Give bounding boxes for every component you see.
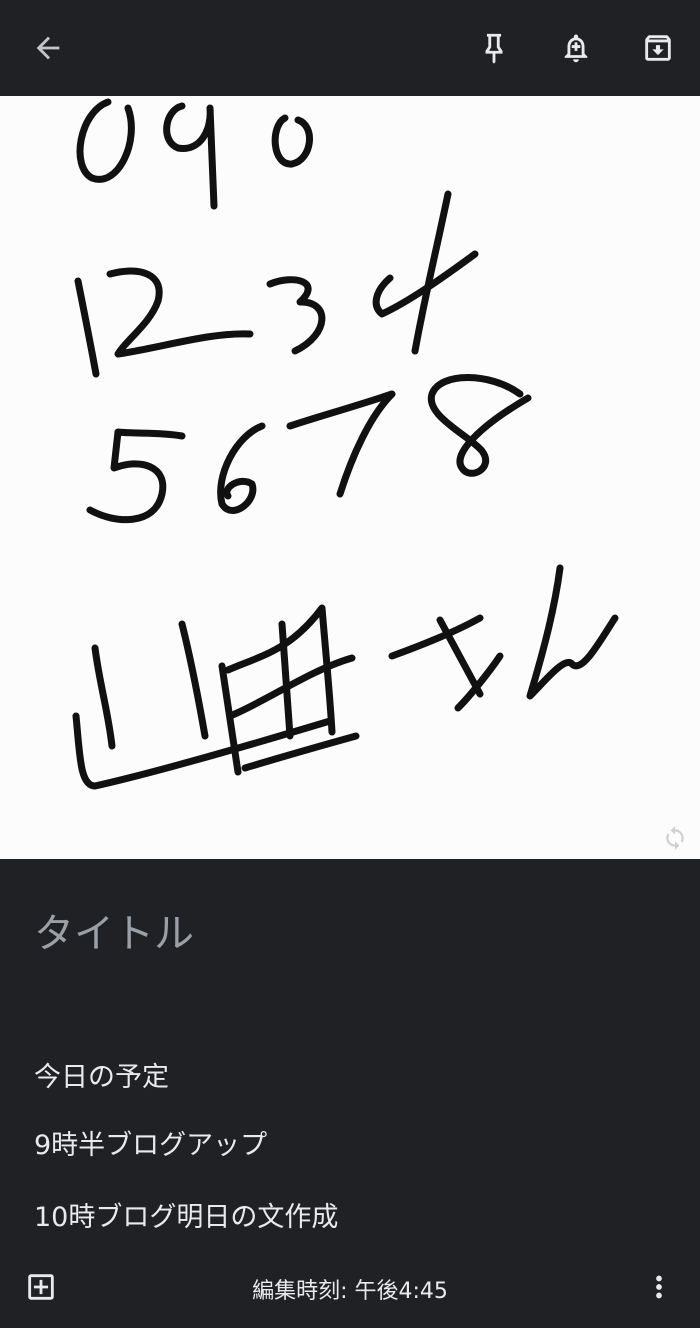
sync-icon — [666, 826, 684, 850]
bottom-toolbar: 編集時刻: 午後4:45 — [0, 1245, 700, 1328]
note-line[interactable]: 今日の予定 — [34, 1055, 169, 1094]
sync-button[interactable] — [660, 823, 690, 853]
top-toolbar — [0, 0, 700, 96]
pin-icon — [485, 33, 503, 64]
drawing-canvas[interactable] — [0, 96, 700, 859]
reminder-button[interactable] — [550, 22, 602, 74]
title-input[interactable]: タイトル — [34, 901, 194, 959]
handwriting-strokes — [72, 98, 619, 790]
arrow-back-icon — [36, 36, 60, 60]
edited-timestamp: 編集時刻: 午後4:45 — [252, 1279, 448, 1304]
pin-button[interactable] — [468, 22, 520, 74]
more-options-button[interactable] — [637, 1265, 681, 1309]
archive-button[interactable] — [632, 22, 684, 74]
back-button[interactable] — [22, 22, 74, 74]
note-line[interactable]: 10時ブログ明日の文作成 — [34, 1195, 338, 1234]
archive-icon — [645, 35, 671, 61]
add-reminder-bell-icon — [564, 34, 588, 63]
note-line[interactable]: 9時半ブログアップ — [34, 1123, 267, 1162]
more-vert-icon — [656, 1275, 662, 1299]
note-content: タイトル 今日の予定 9時半ブログアップ 10時ブログ明日の文作成 — [0, 859, 700, 1245]
